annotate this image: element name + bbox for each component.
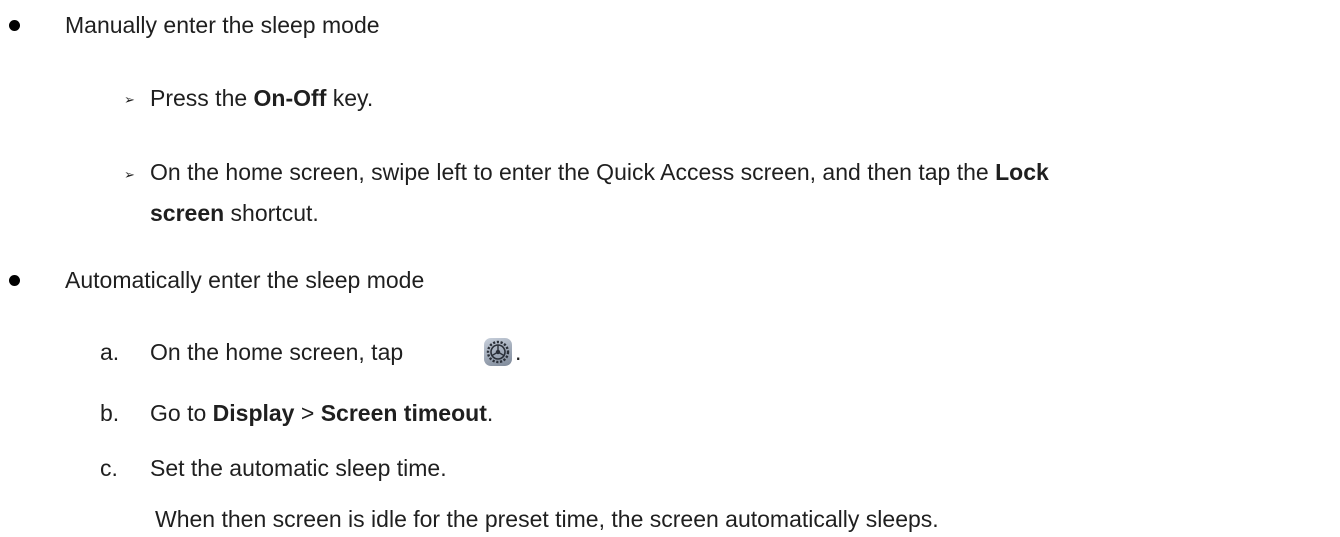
step-text: key. xyxy=(326,85,374,111)
menu-name: Display xyxy=(212,400,295,426)
bullet-icon xyxy=(9,275,20,286)
step-text: shortcut. xyxy=(224,200,319,226)
step-text: Go to xyxy=(150,400,213,426)
numbered-step: Set the automatic sleep time. xyxy=(150,455,447,481)
step-text: . xyxy=(486,400,494,426)
step-text: > xyxy=(294,400,321,426)
menu-name: Screen timeout xyxy=(320,400,487,426)
list-item-heading: Manually enter the sleep mode xyxy=(65,12,380,38)
arrow-marker-icon: ➢ xyxy=(124,92,135,107)
step-note: When then screen is idle for the preset … xyxy=(155,506,939,532)
sub-step: Press the On-Off key. xyxy=(150,83,373,113)
shortcut-name: screen xyxy=(150,200,225,226)
step-marker: c. xyxy=(100,455,118,481)
period: . xyxy=(515,339,522,365)
numbered-step: On the home screen, tap xyxy=(150,337,403,367)
bullet-icon xyxy=(9,20,20,31)
numbered-step: Go to Display > Screen timeout. xyxy=(150,398,493,428)
step-marker: a. xyxy=(100,339,120,365)
sub-step-continued: screen shortcut. xyxy=(150,198,319,228)
step-text: On the home screen, swipe left to enter … xyxy=(150,159,996,185)
step-marker: b. xyxy=(100,400,120,426)
shortcut-name: Lock xyxy=(995,159,1049,185)
settings-gear-icon xyxy=(484,338,512,366)
step-text: Press the xyxy=(150,85,254,111)
key-name: On-Off xyxy=(253,85,327,111)
list-item-heading: Automatically enter the sleep mode xyxy=(65,267,425,293)
sub-step: On the home screen, swipe left to enter … xyxy=(150,157,1049,187)
arrow-marker-icon: ➢ xyxy=(124,167,135,182)
step-text: On the home screen, tap xyxy=(150,339,404,365)
